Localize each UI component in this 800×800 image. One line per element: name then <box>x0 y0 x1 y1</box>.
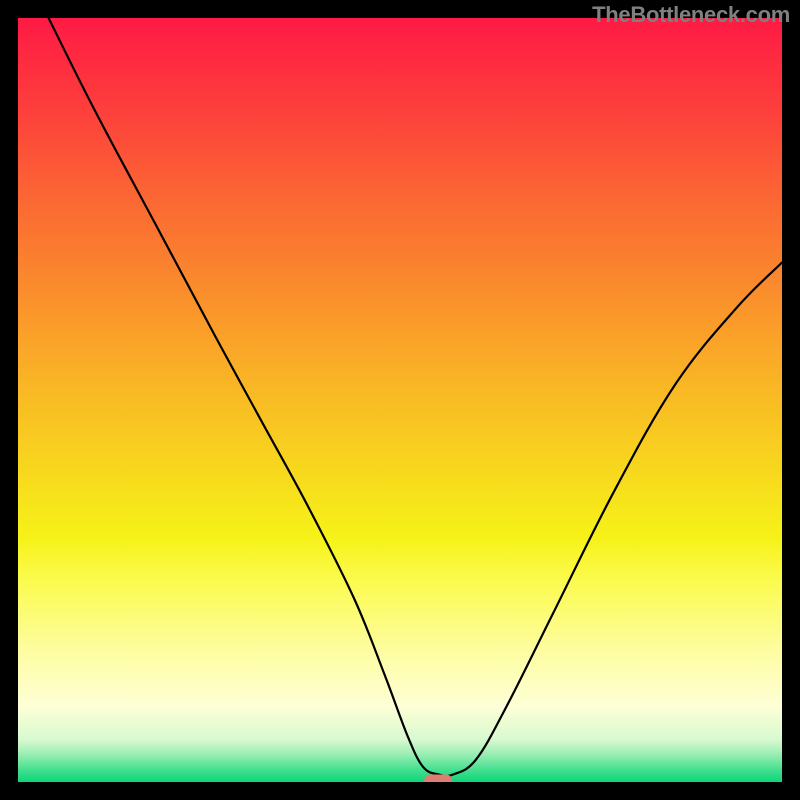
chart-frame: TheBottleneck.com <box>0 0 800 800</box>
gradient-background <box>18 18 782 782</box>
pill-marker <box>424 774 452 782</box>
chart-plot <box>18 18 782 782</box>
watermark-text: TheBottleneck.com <box>592 2 790 28</box>
